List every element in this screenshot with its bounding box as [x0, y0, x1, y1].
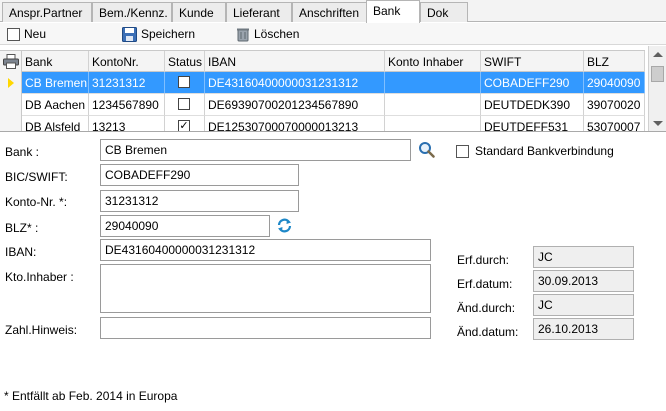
inhaber-label: Kto.Inhaber :	[5, 270, 74, 284]
cell-kontonr: 31231312	[89, 72, 165, 94]
cell-status: ✓	[165, 116, 205, 131]
col-header-bank[interactable]: Bank	[22, 51, 89, 73]
aend-datum-label: Änd.datum:	[457, 325, 519, 339]
printer-icon	[3, 54, 19, 69]
iban-input[interactable]: DE43160400000031231312	[100, 239, 431, 261]
cell-bank: DB Alsfeld	[22, 116, 89, 131]
status-checkbox[interactable]	[178, 76, 190, 88]
blz-label: BLZ* :	[5, 221, 39, 235]
scroll-down-arrow-icon[interactable]	[653, 121, 663, 126]
tab-kunde[interactable]: Kunde	[172, 2, 226, 22]
cell-status	[165, 72, 205, 94]
save-button[interactable]: Speichern	[122, 26, 195, 42]
cell-konto-inhaber	[385, 94, 481, 116]
tab-bank[interactable]: Bank	[366, 0, 420, 23]
erf-datum-field: 30.09.2013	[533, 270, 634, 292]
new-checkbox-icon	[7, 27, 20, 41]
scroll-thumb[interactable]	[651, 66, 664, 82]
col-header-konto-inhaber[interactable]: Konto Inhaber	[385, 51, 481, 73]
col-header-status[interactable]: Status	[165, 51, 205, 73]
col-header-kontonr[interactable]: KontoNr.	[89, 51, 165, 73]
delete-button-label: Löschen	[254, 27, 300, 41]
new-button-label: Neu	[24, 27, 47, 41]
tab-anschriften[interactable]: Anschriften	[292, 2, 368, 22]
erf-durch-label: Erf.durch:	[457, 253, 510, 267]
save-button-label: Speichern	[141, 27, 196, 41]
cell-blz: 29040090	[584, 72, 645, 94]
table-row[interactable]: DB Alsfeld 13213 ✓ DE1253070007000001321…	[0, 116, 645, 131]
aend-datum-field: 26.10.2013	[533, 318, 634, 340]
cell-konto-inhaber	[385, 116, 481, 131]
cell-iban: DE43160400000031231312	[205, 72, 385, 94]
grid-scrollbar[interactable]	[648, 46, 666, 131]
cell-iban: DE69390700201234567890	[205, 94, 385, 116]
cell-iban: DE12530700070000013213	[205, 116, 385, 131]
blz-input[interactable]: 29040090	[100, 215, 270, 237]
refresh-icon[interactable]	[276, 217, 293, 234]
table-row[interactable]: DB Aachen 1234567890 DE69390700201234567…	[0, 94, 645, 116]
print-button[interactable]	[0, 51, 22, 73]
tab-label: Kunde	[179, 6, 214, 20]
inhaber-textarea[interactable]	[100, 264, 431, 313]
tab-label: Bank	[373, 4, 401, 18]
col-header-blz[interactable]: BLZ	[584, 51, 645, 73]
tab-label: Bem./Kennz.	[99, 6, 168, 20]
standard-bank-label: Standard Bankverbindung	[475, 144, 614, 158]
cell-bank: DB Aachen	[22, 94, 89, 116]
tab-dok[interactable]: Dok	[420, 2, 468, 22]
scroll-up-arrow-icon[interactable]	[653, 52, 663, 57]
cell-swift: DEUTDEDK390	[481, 94, 584, 116]
standard-bank-checkbox[interactable]: Standard Bankverbindung	[456, 144, 614, 158]
col-header-iban[interactable]: IBAN	[205, 51, 385, 73]
hinweis-input[interactable]	[100, 317, 431, 339]
hinweis-label: Zahl.Hinweis:	[5, 323, 78, 337]
standard-checkbox-box	[456, 144, 469, 158]
cell-blz: 39070020	[584, 94, 645, 116]
bic-label: BIC/SWIFT:	[5, 170, 68, 184]
erf-durch-field: JC	[533, 246, 634, 268]
konto-input[interactable]: 31231312	[100, 190, 299, 212]
magnifier-icon[interactable]	[418, 141, 435, 158]
cell-bank: CB Bremen	[22, 72, 89, 94]
table-row[interactable]: CB Bremen 31231312 DE4316040000003123131…	[0, 72, 645, 94]
floppy-disk-icon	[122, 26, 137, 42]
cell-blz: 53070007	[584, 116, 645, 131]
bank-label: Bank :	[5, 145, 40, 159]
iban-label: IBAN:	[5, 245, 37, 259]
aend-durch-label: Änd.durch:	[457, 301, 516, 315]
bank-grid: Bank KontoNr. Status IBAN Konto Inhaber …	[0, 46, 666, 132]
row-indicator	[0, 116, 22, 131]
tab-label: Lieferant	[233, 6, 280, 20]
cell-kontonr: 1234567890	[89, 94, 165, 116]
row-indicator	[0, 94, 22, 116]
delete-button[interactable]: Löschen	[236, 26, 299, 42]
footnote: * Entfällt ab Feb. 2014 in Europa	[4, 389, 178, 403]
konto-label: Konto-Nr. *:	[5, 195, 68, 209]
tab-label: Anschriften	[299, 6, 360, 20]
tab-lieferant[interactable]: Lieferant	[226, 2, 292, 22]
cell-swift: COBADEFF290	[481, 72, 584, 94]
row-indicator	[0, 72, 22, 94]
erf-datum-label: Erf.datum:	[457, 277, 513, 291]
tab-bar: Anspr.Partner Bem./Kennz. Kunde Lieferan…	[0, 0, 666, 23]
aend-durch-field: JC	[533, 294, 634, 316]
grid-header: Bank KontoNr. Status IBAN Konto Inhaber …	[0, 50, 645, 73]
trash-can-icon	[237, 28, 249, 41]
current-row-arrow-icon	[8, 78, 14, 88]
bic-input[interactable]: COBADEFF290	[100, 164, 299, 186]
tab-anspr-partner[interactable]: Anspr.Partner	[2, 2, 92, 22]
tab-label: Anspr.Partner	[9, 6, 83, 20]
cell-status	[165, 94, 205, 116]
status-checkbox[interactable]	[178, 98, 190, 110]
col-header-swift[interactable]: SWIFT	[481, 51, 584, 73]
cell-kontonr: 13213	[89, 116, 165, 131]
tab-bem-kennz[interactable]: Bem./Kennz.	[92, 2, 172, 22]
toolbar: Neu Speichern Löschen	[0, 23, 666, 45]
cell-swift: DEUTDEFF531	[481, 116, 584, 131]
tab-label: Dok	[427, 6, 449, 20]
status-checkbox[interactable]: ✓	[178, 120, 190, 131]
bank-input[interactable]: CB Bremen	[100, 139, 411, 161]
new-button[interactable]: Neu	[7, 26, 46, 42]
cell-konto-inhaber	[385, 72, 481, 94]
